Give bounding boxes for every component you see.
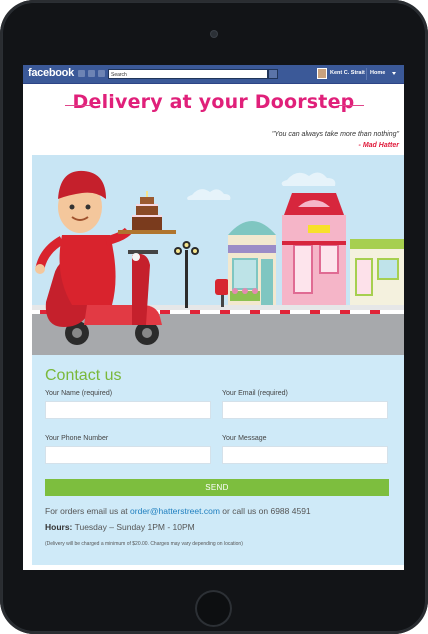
orders-info: For orders email us at order@hatterstree…	[45, 506, 311, 516]
screen: facebook Search Kent C. Strait Home Deli…	[23, 65, 404, 570]
email-label: Your Email (required)	[222, 390, 288, 397]
contact-title: Contact us	[45, 367, 122, 384]
orders-email-link[interactable]: order@hatterstreet.com	[130, 506, 220, 516]
divider	[366, 68, 367, 80]
page-header: Delivery at your Doorstep	[23, 91, 404, 113]
hours-info: Hours: Tuesday – Sunday 1PM - 10PM	[45, 522, 195, 532]
delivery-note: (Delivery will be charged a minimum of $…	[45, 541, 243, 547]
footer-strip	[32, 565, 404, 570]
delivery-scene-illustration	[32, 155, 404, 355]
home-link[interactable]: Home	[370, 70, 385, 76]
email-field[interactable]	[222, 401, 388, 419]
phone-field[interactable]	[45, 446, 211, 464]
message-label: Your Message	[222, 435, 267, 442]
search-icon[interactable]	[268, 69, 278, 79]
divider	[338, 105, 364, 106]
facebook-top-bar: facebook Search Kent C. Strait Home	[23, 65, 404, 84]
messages-icon[interactable]	[88, 70, 95, 77]
quote-author: - Mad Hatter	[358, 142, 399, 149]
name-field[interactable]	[45, 401, 211, 419]
delivery-illustration	[32, 155, 404, 355]
contact-section: Contact us Your Name (required) Your Ema…	[32, 355, 404, 565]
user-name-link[interactable]: Kent C. Strait	[330, 70, 365, 76]
facebook-logo[interactable]: facebook	[28, 67, 74, 79]
notifications-icon[interactable]	[98, 70, 105, 77]
orders-suffix: or call us on 6988 4591	[219, 506, 311, 516]
hours-value: Tuesday – Sunday 1PM - 10PM	[72, 522, 195, 532]
friend-requests-icon[interactable]	[78, 70, 85, 77]
phone-label: Your Phone Number	[45, 435, 109, 442]
orders-prefix: For orders email us at	[45, 506, 131, 516]
search-input[interactable]: Search	[108, 69, 268, 79]
message-field[interactable]	[222, 446, 388, 464]
page-title: Delivery at your Doorstep	[72, 91, 355, 113]
home-button[interactable]	[195, 590, 232, 627]
hours-label: Hours:	[45, 522, 73, 532]
name-label: Your Name (required)	[45, 390, 113, 397]
send-button[interactable]: SEND	[45, 479, 389, 496]
tagline-quote: "You can always take more than nothing"	[271, 131, 399, 138]
tablet-frame: facebook Search Kent C. Strait Home Deli…	[0, 0, 428, 634]
notification-icons	[78, 70, 105, 77]
divider	[65, 105, 91, 106]
chevron-down-icon[interactable]	[392, 72, 396, 75]
front-camera	[211, 31, 217, 37]
avatar[interactable]	[317, 68, 327, 79]
